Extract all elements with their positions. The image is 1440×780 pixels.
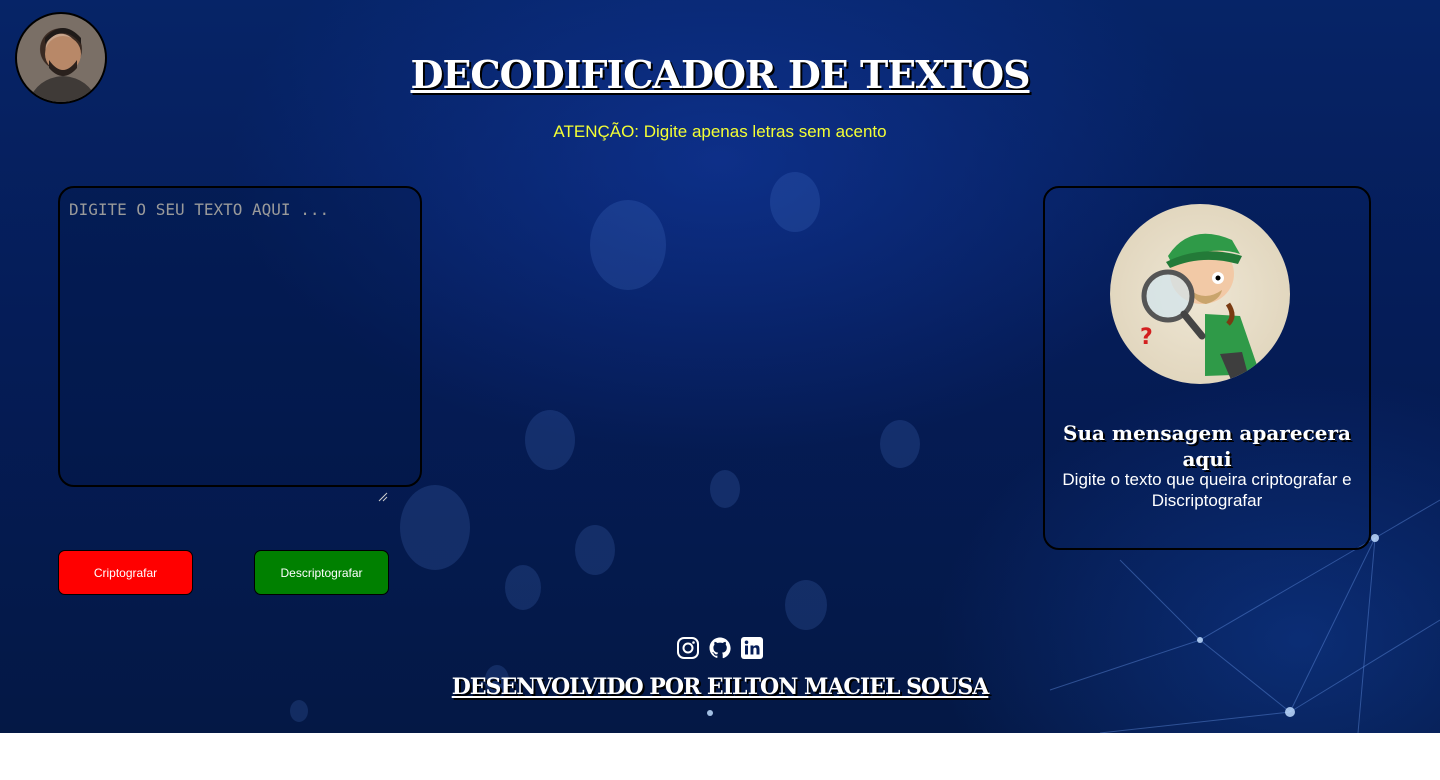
github-icon[interactable] [708,636,732,660]
resize-handle-icon[interactable] [378,492,388,502]
encrypt-button[interactable]: Criptografar [58,550,193,595]
warning-text: ATENÇÃO: Digite apenas letras sem acento [553,122,887,141]
text-input[interactable] [58,186,422,487]
developer-credit: DESENVOLVIDO POR EILTON MACIEL SOUSA [451,674,990,700]
social-links [676,636,766,662]
page-title: DECODIFICADOR DE TEXTOS [410,52,1030,97]
detective-icon: ? [1140,233,1260,382]
detective-illustration: ? [1110,204,1290,384]
decrypt-button[interactable]: Descriptografar [254,550,389,595]
linkedin-icon[interactable] [740,636,764,660]
svg-text:?: ? [1140,325,1153,350]
output-description: Digite o texto que queira criptografar e… [1062,470,1352,510]
output-title: Sua mensagem aparecera aqui [1063,421,1351,471]
output-panel: ? Sua mensagem aparecera aqui Digite o t… [1043,186,1371,550]
instagram-icon[interactable] [676,636,700,660]
